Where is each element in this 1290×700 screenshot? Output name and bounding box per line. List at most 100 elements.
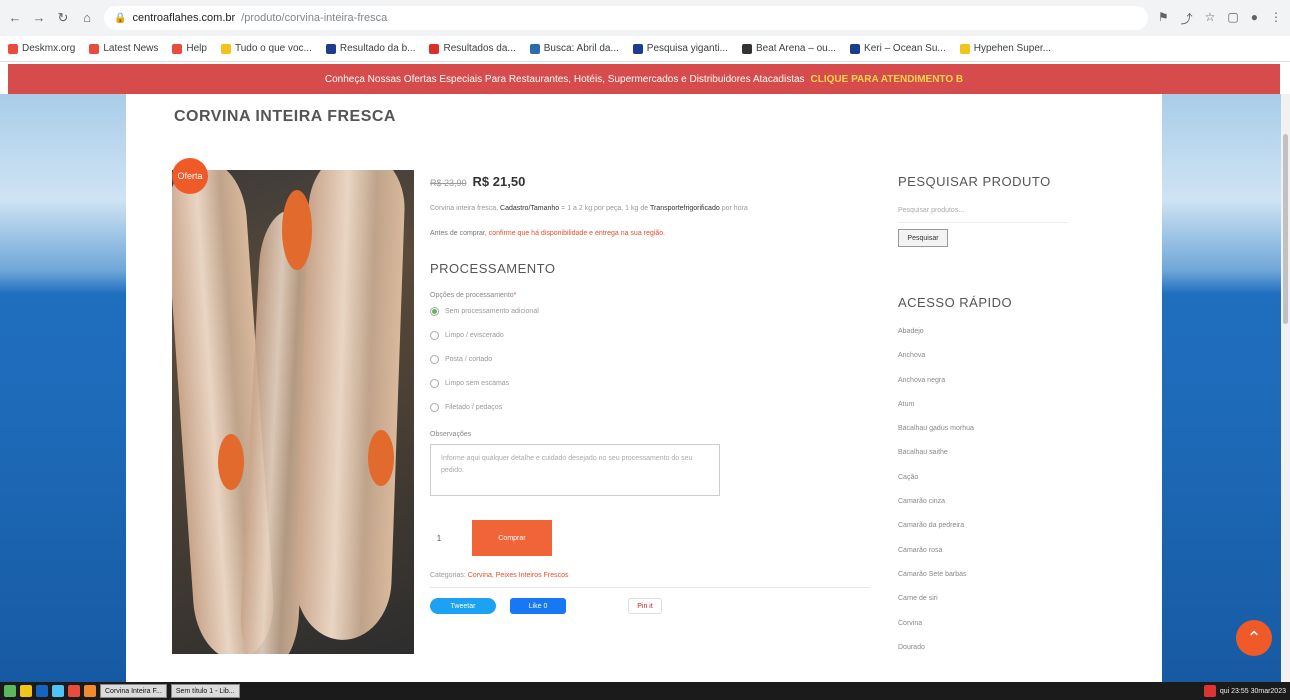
extensions-icon[interactable]: ⚑ bbox=[1158, 10, 1169, 27]
price-row: R$ 23,90 R$ 21,50 bbox=[430, 174, 830, 189]
star-icon[interactable]: ☆ bbox=[1205, 10, 1216, 27]
app-icon[interactable] bbox=[84, 685, 96, 697]
quick-link[interactable]: Atum bbox=[898, 393, 1098, 417]
quantity-input[interactable]: 1 bbox=[430, 534, 448, 543]
quick-link[interactable]: Corvina bbox=[898, 612, 1098, 636]
search-button[interactable]: Pesquisar bbox=[898, 229, 948, 247]
processing-option[interactable]: Filetado / pedaços bbox=[430, 395, 830, 419]
radio-icon[interactable] bbox=[430, 354, 439, 364]
buy-row: 1 Comprar bbox=[430, 520, 830, 556]
start-menu-icon[interactable] bbox=[4, 685, 16, 697]
share-icon[interactable]: ⤴ bbox=[1181, 10, 1193, 27]
menu-icon[interactable]: ⋮ bbox=[1270, 10, 1282, 27]
bookmark-icon bbox=[325, 43, 336, 54]
processing-label: Opções de processamento* bbox=[430, 292, 517, 299]
bookmark-item[interactable]: Keri – Ocean Su... bbox=[850, 43, 946, 54]
bookmark-item[interactable]: Tudo o que voc... bbox=[220, 43, 312, 54]
quick-link[interactable]: Camarão Sete barbas bbox=[898, 563, 1098, 587]
facebook-like-button[interactable]: Like 0 bbox=[510, 598, 566, 614]
search-heading: PESQUISAR PRODUTO bbox=[898, 174, 1051, 189]
product-search-input[interactable]: Pesquisar produtos... bbox=[898, 207, 1068, 223]
product-title: CORVINA INTEIRA FRESCA bbox=[174, 108, 396, 125]
back-icon[interactable]: ← bbox=[8, 11, 22, 25]
quick-link[interactable]: Camarão rosa bbox=[898, 539, 1098, 563]
radio-selected-icon[interactable] bbox=[430, 306, 439, 316]
chevron-up-icon: ⌃ bbox=[1246, 627, 1262, 648]
product-image[interactable] bbox=[172, 170, 414, 654]
bookmark-icon bbox=[172, 43, 183, 54]
bookmark-item[interactable]: Help bbox=[172, 43, 207, 54]
product-summary: R$ 23,90 R$ 21,50 Corvina inteira fresca… bbox=[430, 174, 870, 614]
fin-shape bbox=[282, 190, 312, 270]
bookmarks-bar: Deskmx.org Latest News Help Tudo o que v… bbox=[0, 36, 1290, 62]
desktop-icon[interactable] bbox=[52, 685, 64, 697]
quick-link[interactable]: Camarão da pedreira bbox=[898, 514, 1098, 538]
bookmark-icon bbox=[529, 43, 540, 54]
bookmark-icon bbox=[89, 43, 100, 54]
promo-cta-link[interactable]: CLIQUE PARA ATENDIMENTO B bbox=[811, 74, 964, 85]
processing-option[interactable]: Limpo sem escamas bbox=[430, 371, 830, 395]
quick-link[interactable]: Anchova bbox=[898, 344, 1098, 368]
home-icon[interactable]: ⌂ bbox=[80, 11, 94, 25]
bookmark-item[interactable]: Resultados da... bbox=[429, 43, 516, 54]
app-launcher-icon[interactable] bbox=[36, 685, 48, 697]
bookmark-item[interactable]: Busca: Abril da... bbox=[529, 43, 619, 54]
tray-icon[interactable] bbox=[1203, 685, 1216, 697]
current-price: R$ 21,50 bbox=[472, 174, 526, 189]
lock-icon: 🔒 bbox=[114, 12, 127, 24]
quick-link[interactable]: Dourado bbox=[898, 636, 1098, 660]
scroll-to-top-button[interactable]: ⌃ bbox=[1236, 620, 1272, 656]
url-path: /produto/corvina-inteira-fresca bbox=[241, 12, 388, 24]
radio-icon[interactable] bbox=[430, 402, 439, 412]
sidebar: PESQUISAR PRODUTO Pesquisar produtos... … bbox=[898, 174, 1098, 660]
taskbar-window-writer[interactable]: Sem título 1 - Lib... bbox=[170, 684, 240, 698]
url-host: centroaflahes.com.br bbox=[132, 12, 236, 24]
promo-text: Conheça Nossas Ofertas Especiais Para Re… bbox=[324, 73, 805, 85]
profile-icon[interactable]: ● bbox=[1251, 10, 1258, 27]
os-taskbar: Corvina Inteira F... Sem título 1 - Lib.… bbox=[0, 682, 1290, 700]
quick-link[interactable]: Carne de siri bbox=[898, 587, 1098, 611]
bookmark-item[interactable]: Deskmx.org bbox=[8, 43, 75, 54]
add-to-cart-button[interactable]: Comprar bbox=[472, 520, 552, 556]
quick-access-list: Abadejo Anchova Anchova negra Atum Bacal… bbox=[898, 320, 1098, 660]
bookmark-item[interactable]: Resultado da b... bbox=[325, 43, 415, 54]
reload-icon[interactable]: ↻ bbox=[56, 11, 70, 25]
page-scrollbar[interactable] bbox=[1281, 94, 1290, 682]
notes-textarea[interactable]: Informe aqui qualquer detalhe e cuidado … bbox=[430, 444, 720, 496]
twitter-share-button[interactable]: Tweetar bbox=[430, 598, 496, 614]
taskbar-window-browser[interactable]: Corvina Inteira F... bbox=[100, 684, 167, 698]
availability-note: Antes de comprar, confirme que há dispon… bbox=[430, 230, 666, 237]
divider bbox=[430, 587, 870, 588]
quick-link[interactable]: Anchova negra bbox=[898, 369, 1098, 393]
processing-option[interactable]: Posta / cortado bbox=[430, 347, 830, 371]
address-bar[interactable]: 🔒 centroaflahes.com.br/produto/corvina-i… bbox=[104, 6, 1148, 30]
quick-link[interactable]: Abadejo bbox=[898, 320, 1098, 344]
forward-icon[interactable]: → bbox=[32, 11, 46, 25]
fin-shape bbox=[218, 434, 244, 490]
fin-shape bbox=[368, 430, 394, 486]
category-links[interactable]: Corvina, Peixes Inteiros Frescos bbox=[468, 572, 569, 579]
system-clock: qui 23:55 30mar2023 bbox=[1219, 687, 1286, 695]
processing-heading: PROCESSAMENTO bbox=[430, 261, 556, 276]
file-manager-icon[interactable] bbox=[20, 685, 32, 697]
tab-icon[interactable]: ▢ bbox=[1227, 10, 1238, 27]
quick-link[interactable]: Bacalhau gadus morhua bbox=[898, 417, 1098, 441]
bookmark-item[interactable]: Latest News bbox=[89, 43, 158, 54]
pinterest-button[interactable]: Pin it bbox=[628, 598, 662, 614]
bookmark-icon bbox=[850, 43, 861, 54]
promo-banner[interactable]: Conheça Nossas Ofertas Especiais Para Re… bbox=[8, 64, 1280, 94]
quick-link[interactable]: Bacalhau saithe bbox=[898, 441, 1098, 465]
radio-icon[interactable] bbox=[430, 330, 439, 340]
quick-link[interactable]: Camarão cinza bbox=[898, 490, 1098, 514]
processing-option[interactable]: Limpo / eviscerado bbox=[430, 323, 830, 347]
bookmark-item[interactable]: Hypehen Super... bbox=[959, 43, 1051, 54]
bookmark-item[interactable]: Pesquisa yiganti... bbox=[632, 43, 728, 54]
quick-link[interactable]: Cação bbox=[898, 466, 1098, 490]
bookmark-item[interactable]: Beat Arena – ou... bbox=[741, 43, 836, 54]
sale-badge: Oferta bbox=[172, 158, 208, 194]
scrollbar-thumb[interactable] bbox=[1283, 134, 1288, 324]
browser-launcher-icon[interactable] bbox=[68, 685, 80, 697]
availability-link[interactable]: confirme que há disponibilidade e entreg… bbox=[489, 230, 665, 237]
processing-option[interactable]: Sem processamento adicional bbox=[430, 299, 830, 323]
radio-icon[interactable] bbox=[430, 378, 439, 388]
